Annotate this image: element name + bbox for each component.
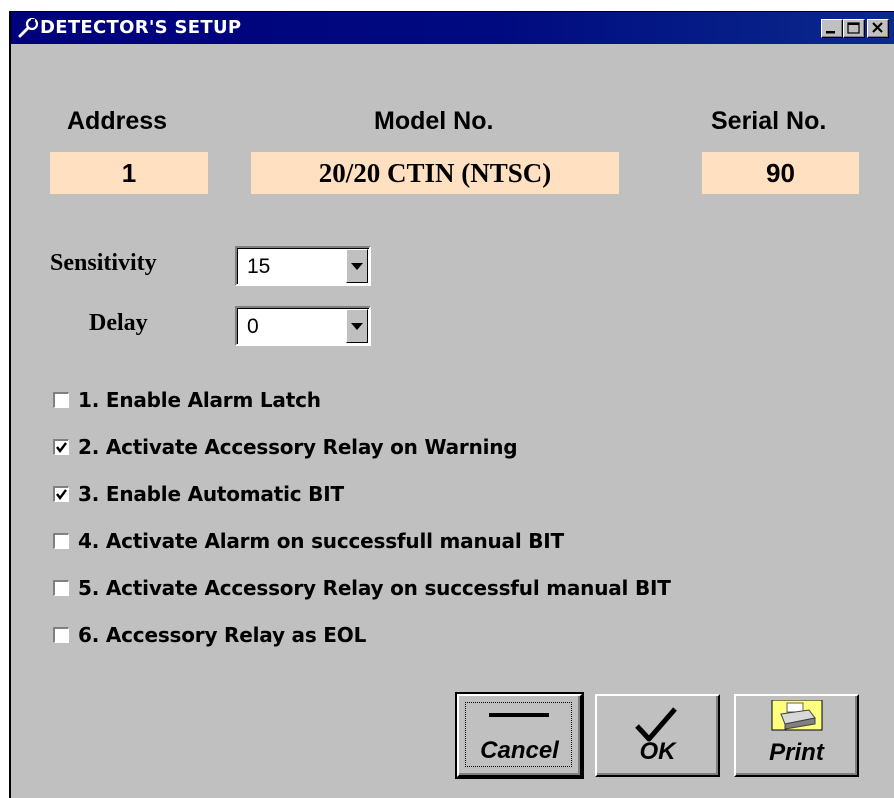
- checkbox[interactable]: [53, 580, 69, 596]
- checkbox[interactable]: [53, 439, 69, 455]
- wrench-icon: [17, 17, 39, 38]
- serial-label: Serial No.: [711, 107, 827, 135]
- delay-value: 0: [247, 315, 259, 338]
- maximize-button[interactable]: [843, 19, 865, 38]
- dash-icon: [489, 713, 549, 717]
- sensitivity-label: Sensitivity: [50, 250, 157, 276]
- option-label: 2. Activate Accessory Relay on Warning: [78, 435, 518, 459]
- check-icon: [56, 489, 67, 500]
- chevron-down-icon: [351, 323, 363, 330]
- address-label: Address: [67, 107, 168, 135]
- print-button[interactable]: Print: [734, 694, 859, 777]
- print-label: Print: [769, 739, 824, 766]
- cancel-button[interactable]: Cancel: [455, 692, 584, 779]
- checkbox[interactable]: [53, 533, 69, 549]
- option-label: 4. Activate Alarm on successfull manual …: [78, 529, 564, 553]
- option-alarm-latch[interactable]: 1. Enable Alarm Latch: [53, 388, 321, 412]
- ok-label: OK: [639, 738, 676, 765]
- option-relay-as-eol[interactable]: 6. Accessory Relay as EOL: [53, 623, 366, 647]
- model-value: 20/20 CTIN (NTSC): [251, 152, 619, 194]
- minimize-icon: [826, 31, 835, 34]
- cancel-label: Cancel: [480, 737, 559, 764]
- option-label: 3. Enable Automatic BIT: [78, 482, 344, 506]
- option-label: 5. Activate Accessory Relay on successfu…: [78, 576, 671, 600]
- delay-dropdown-button[interactable]: [346, 309, 368, 343]
- option-alarm-on-manual-bit[interactable]: 4. Activate Alarm on successfull manual …: [53, 529, 564, 553]
- checkbox[interactable]: [53, 627, 69, 643]
- maximize-icon: [847, 22, 860, 34]
- title-bar[interactable]: DETECTOR'S SETUP: [11, 12, 894, 44]
- close-icon: [872, 22, 883, 33]
- model-label: Model No.: [374, 107, 494, 135]
- detector-setup-window: DETECTOR'S SETUP Address Model No. Seria…: [9, 11, 894, 798]
- sensitivity-value: 15: [247, 255, 271, 278]
- checkbox[interactable]: [53, 486, 69, 502]
- option-relay-on-warning[interactable]: 2. Activate Accessory Relay on Warning: [53, 435, 518, 459]
- ok-button[interactable]: OK: [595, 694, 720, 777]
- printer-icon: [771, 700, 823, 731]
- minimize-button[interactable]: [821, 19, 843, 38]
- address-value: 1: [50, 152, 208, 194]
- sensitivity-select[interactable]: 15: [235, 246, 371, 286]
- close-button[interactable]: [867, 19, 889, 38]
- window-title: DETECTOR'S SETUP: [40, 17, 242, 38]
- checkbox[interactable]: [53, 392, 69, 408]
- delay-label: Delay: [89, 310, 148, 336]
- chevron-down-icon: [351, 263, 363, 270]
- serial-value: 90: [702, 152, 859, 194]
- option-label: 6. Accessory Relay as EOL: [78, 623, 367, 647]
- sensitivity-dropdown-button[interactable]: [346, 249, 368, 283]
- check-icon: [56, 442, 67, 453]
- option-label: 1. Enable Alarm Latch: [78, 388, 321, 412]
- option-relay-on-manual-bit[interactable]: 5. Activate Accessory Relay on successfu…: [53, 576, 671, 600]
- option-automatic-bit[interactable]: 3. Enable Automatic BIT: [53, 482, 344, 506]
- delay-select[interactable]: 0: [235, 306, 371, 346]
